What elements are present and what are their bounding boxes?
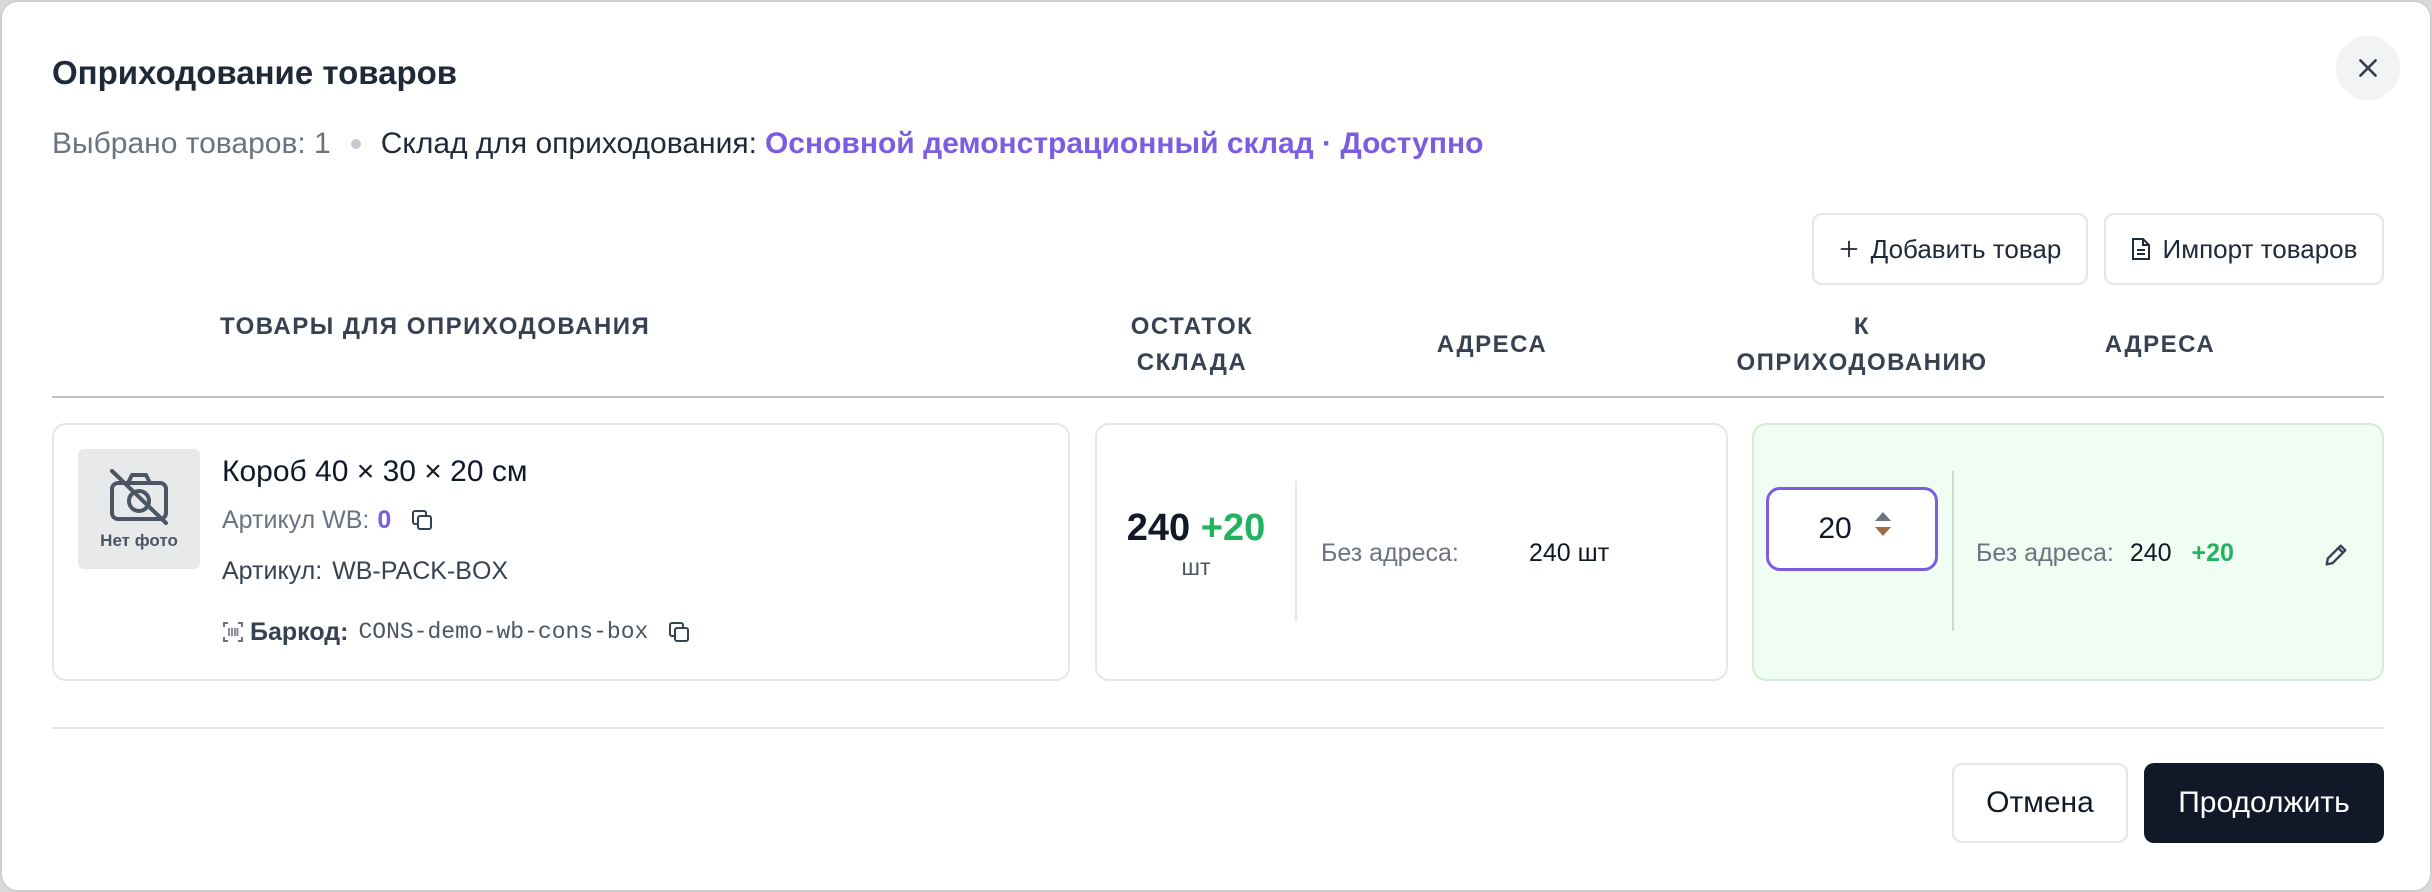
column-header-stock-line1: ОСТАТОК bbox=[1130, 313, 1254, 340]
stock-address-label: Без адреса: bbox=[1321, 539, 1459, 567]
copy-wb-article-button[interactable] bbox=[407, 505, 437, 535]
no-photo-label: Нет фото bbox=[100, 531, 178, 550]
header-divider bbox=[52, 396, 2384, 398]
close-button[interactable] bbox=[2336, 36, 2400, 100]
add-product-button[interactable]: Добавить товар bbox=[1812, 213, 2088, 285]
modal-title: Оприходование товаров bbox=[52, 54, 458, 91]
column-header-products: ТОВАРЫ ДЛЯ ОПРИХОДОВАНИЯ bbox=[220, 313, 651, 340]
article-label: Артикул: bbox=[222, 557, 323, 585]
product-card: Нет фото Короб 40 × 30 × 20 см Артикул W… bbox=[52, 423, 1070, 681]
qty-stepper[interactable] bbox=[1766, 487, 1938, 571]
stock-divider bbox=[1295, 481, 1297, 621]
cancel-button[interactable]: Отмена bbox=[1952, 763, 2128, 843]
warehouse-name: Основной демонстрационный склад · Доступ… bbox=[764, 127, 1484, 160]
article-row: Артикул: WB-PACK-BOX bbox=[222, 557, 508, 586]
footer-divider bbox=[52, 727, 2384, 729]
copy-icon bbox=[669, 622, 690, 642]
column-header-addresses: АДРЕСА bbox=[1436, 331, 1548, 358]
selected-count: Выбрано товаров: 1 bbox=[52, 127, 331, 160]
warehouse-label: Склад для оприходования: bbox=[380, 127, 757, 160]
stock-address-value: 240 шт bbox=[1529, 539, 1610, 567]
wb-article-row: Артикул WB: 0 bbox=[222, 505, 437, 535]
document-icon bbox=[2131, 238, 2150, 260]
receive-goods-modal: Оприходование товаров Выбрано товаров: 1… bbox=[0, 0, 2432, 892]
copy-icon bbox=[412, 510, 433, 530]
separator-dot bbox=[350, 139, 361, 149]
qty-address-increment: +20 bbox=[2191, 539, 2234, 567]
no-photo-icon bbox=[110, 469, 168, 525]
column-header-qty-line2: ОПРИХОДОВАНИЮ bbox=[1736, 349, 1988, 376]
barcode-value: CONS-demo-wb-cons-box bbox=[358, 619, 649, 645]
import-products-button[interactable]: Импорт товаров bbox=[2104, 213, 2384, 285]
barcode-row: Баркод: CONS-demo-wb-cons-box bbox=[222, 617, 694, 647]
qty-spinner[interactable] bbox=[1875, 512, 1891, 536]
column-header-qty-line1: К bbox=[1853, 313, 1871, 340]
barcode-icon bbox=[223, 622, 243, 642]
chevron-up-icon[interactable] bbox=[1875, 512, 1891, 521]
continue-button[interactable]: Продолжить bbox=[2144, 763, 2384, 843]
product-name: Короб 40 × 30 × 20 см bbox=[222, 455, 528, 488]
stock-card: 240 +20 шт Без адреса: 240 шт bbox=[1095, 423, 1728, 681]
stock-quantity: 240 +20 bbox=[1121, 507, 1271, 550]
stock-unit: шт bbox=[1181, 554, 1211, 580]
qty-address-label: Без адреса: bbox=[1976, 539, 2114, 567]
stock-value: 240 bbox=[1126, 507, 1191, 549]
close-icon bbox=[2359, 59, 2377, 77]
product-photo-placeholder: Нет фото bbox=[78, 449, 200, 569]
qty-address-value: 240 bbox=[2129, 539, 2172, 567]
pencil-icon bbox=[2325, 544, 2347, 566]
plus-icon bbox=[1840, 240, 1858, 258]
column-header-target-addresses: АДРЕСА bbox=[2104, 331, 2216, 358]
stock-increment: +20 bbox=[1200, 507, 1266, 549]
column-header-qty: К ОПРИХОДОВАНИЮ bbox=[1702, 309, 2022, 381]
article-value: WB-PACK-BOX bbox=[332, 557, 509, 585]
column-header-stock: ОСТАТОК СКЛАДА bbox=[1092, 309, 1292, 381]
stock-summary: 240 +20 шт bbox=[1121, 507, 1271, 581]
column-header-stock-line2: СКЛАДА bbox=[1136, 349, 1248, 376]
qty-card: Без адреса: 240 +20 bbox=[1752, 423, 2384, 681]
copy-barcode-button[interactable] bbox=[664, 617, 694, 647]
qty-input[interactable] bbox=[1769, 490, 1935, 568]
barcode-label: Баркод: bbox=[250, 617, 349, 646]
wb-article-value: 0 bbox=[377, 505, 392, 534]
qty-divider bbox=[1952, 471, 1954, 631]
add-product-label: Добавить товар bbox=[1870, 233, 2062, 264]
edit-address-button[interactable] bbox=[2318, 537, 2354, 573]
wb-article-label: Артикул WB: bbox=[222, 505, 370, 534]
import-products-label: Импорт товаров bbox=[2162, 233, 2358, 264]
modal-subtitle: Выбрано товаров: 1 Склад для оприходован… bbox=[52, 124, 1483, 164]
chevron-down-icon[interactable] bbox=[1875, 527, 1891, 536]
qty-address: Без адреса: 240 +20 bbox=[1976, 539, 2234, 568]
